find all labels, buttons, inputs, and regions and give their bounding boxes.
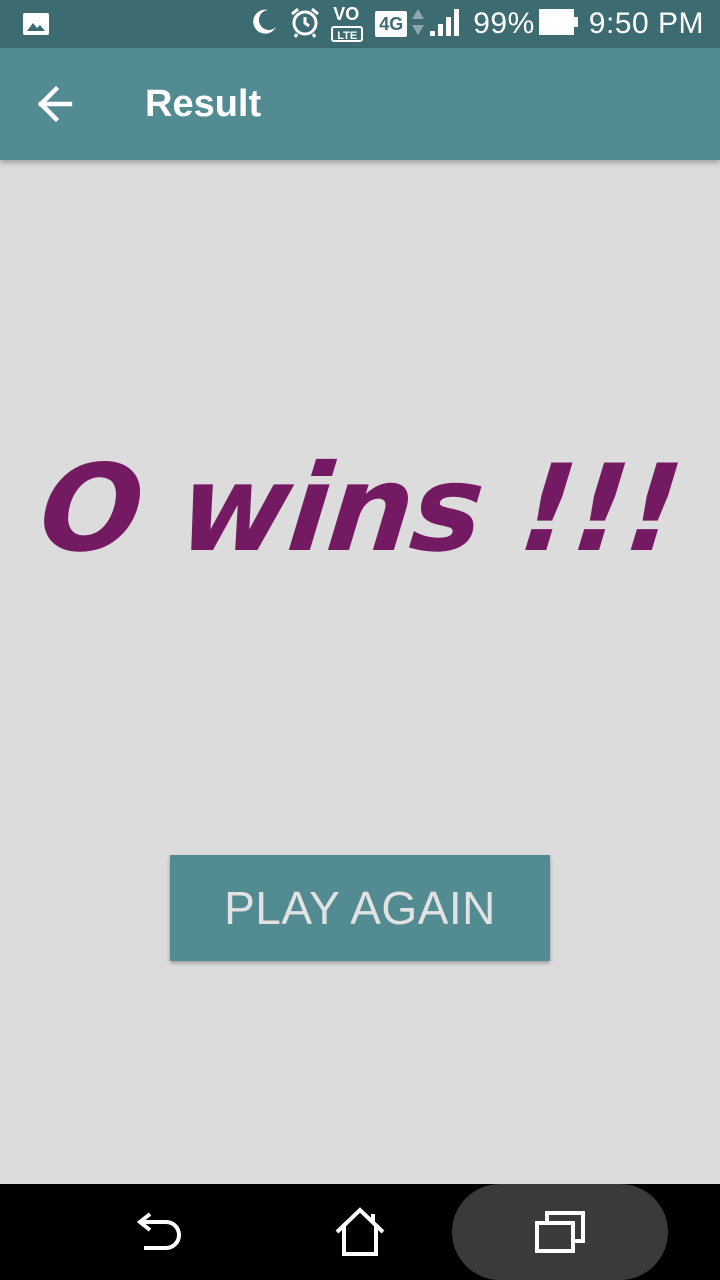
status-icons: VO LTE 4G 99% 9:50 PM (239, 0, 704, 48)
play-again-button[interactable]: PLAY AGAIN (170, 855, 550, 961)
back-nav-icon (136, 1212, 181, 1250)
nav-recent-apps-button[interactable] (452, 1184, 668, 1280)
navigation-bar (0, 1184, 720, 1280)
gallery-icon (22, 10, 50, 43)
back-button[interactable] (26, 76, 82, 132)
recent-apps-icon (535, 1211, 585, 1253)
volte-icon: VO LTE (331, 4, 365, 44)
page-title: Result (145, 83, 262, 125)
home-icon (335, 1207, 385, 1256)
signal-icon (429, 7, 463, 42)
result-message: O wins !!! (33, 440, 687, 579)
battery-icon (538, 8, 579, 40)
status-bar: VO LTE 4G 99% 9:50 PM (0, 0, 720, 48)
clock: 9:50 PM (588, 7, 704, 40)
network-4g-icon: 4G (375, 11, 408, 37)
battery-percent: 99% (473, 7, 535, 40)
arrow-left-icon (37, 85, 73, 123)
data-arrows-icon (411, 7, 425, 42)
alarm-icon (289, 6, 321, 43)
nav-back-button[interactable] (110, 1184, 210, 1280)
nav-home-button[interactable] (310, 1184, 410, 1280)
moon-icon (249, 7, 279, 42)
app-bar: Result (0, 48, 720, 160)
